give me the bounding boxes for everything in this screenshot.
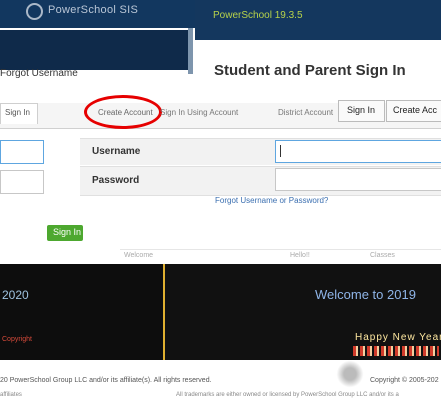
left-username-field[interactable] <box>0 140 44 164</box>
username-label: Username <box>92 146 141 157</box>
faint-nav-row: Welcome Hello!! Classes <box>120 249 441 264</box>
forgot-left-link[interactable]: Forgot Username <box>0 68 78 79</box>
announcement-panel-right: Welcome to 2019 Happy New Year <box>165 264 441 360</box>
tab-sign-in[interactable]: Sign In <box>0 103 38 124</box>
sign-in-tab-label: Sign In <box>347 105 376 115</box>
password-label: Password <box>92 175 140 186</box>
forgot-username-password-link[interactable]: Forgot Username or Password? <box>215 196 328 205</box>
stripe-text: Happy New Year <box>355 332 441 343</box>
create-account-label: Create Acc <box>393 105 438 115</box>
footer-copyright-right: Copyright © 2005-202 <box>370 377 439 384</box>
header-band <box>0 30 188 70</box>
footer-trademarks: All trademarks are either owned or licen… <box>176 392 399 398</box>
create-account-button[interactable]: Create Acc <box>386 100 441 122</box>
version-banner: PowerSchool 19.3.5 <box>195 0 441 40</box>
sign-in-button-label: Sign In <box>53 227 82 237</box>
sign-in-button[interactable]: Sign In <box>47 225 83 241</box>
powerschool-logo-icon <box>26 3 43 20</box>
announcement-panel-left: 2020 Copyright <box>0 264 163 360</box>
sign-in-tab-button[interactable]: Sign In <box>338 100 385 122</box>
decorative-bars <box>353 346 439 356</box>
header-divider <box>188 28 193 74</box>
username-input[interactable] <box>275 140 441 163</box>
tab-create-account[interactable]: Create Account <box>98 108 153 117</box>
password-input[interactable] <box>275 168 441 191</box>
tab-district-account[interactable]: District Account <box>278 108 333 117</box>
welcome-text: Welcome to 2019 <box>315 287 416 302</box>
year-text: 2020 <box>2 288 29 302</box>
text-caret <box>280 145 281 157</box>
faint-item: Hello!! <box>290 252 310 259</box>
faint-item: Classes <box>370 252 395 259</box>
faint-item: Welcome <box>124 252 154 259</box>
tab-sign-in-label: Sign In <box>5 108 30 117</box>
page-title: Student and Parent Sign In <box>214 62 406 79</box>
footer-affiliates: affiliates <box>0 392 22 398</box>
footer-copyright-left: 20 PowerSchool Group LLC and/or its affi… <box>0 377 212 384</box>
brand-name: PowerSchool SIS <box>48 4 139 16</box>
tab-sign-in-using-account[interactable]: Sign In Using Account <box>160 108 238 117</box>
left-password-field[interactable] <box>0 170 44 194</box>
smudge-graphic <box>330 360 370 388</box>
left-panel-line: Copyright <box>2 336 32 343</box>
version-text: PowerSchool 19.3.5 <box>213 10 303 21</box>
